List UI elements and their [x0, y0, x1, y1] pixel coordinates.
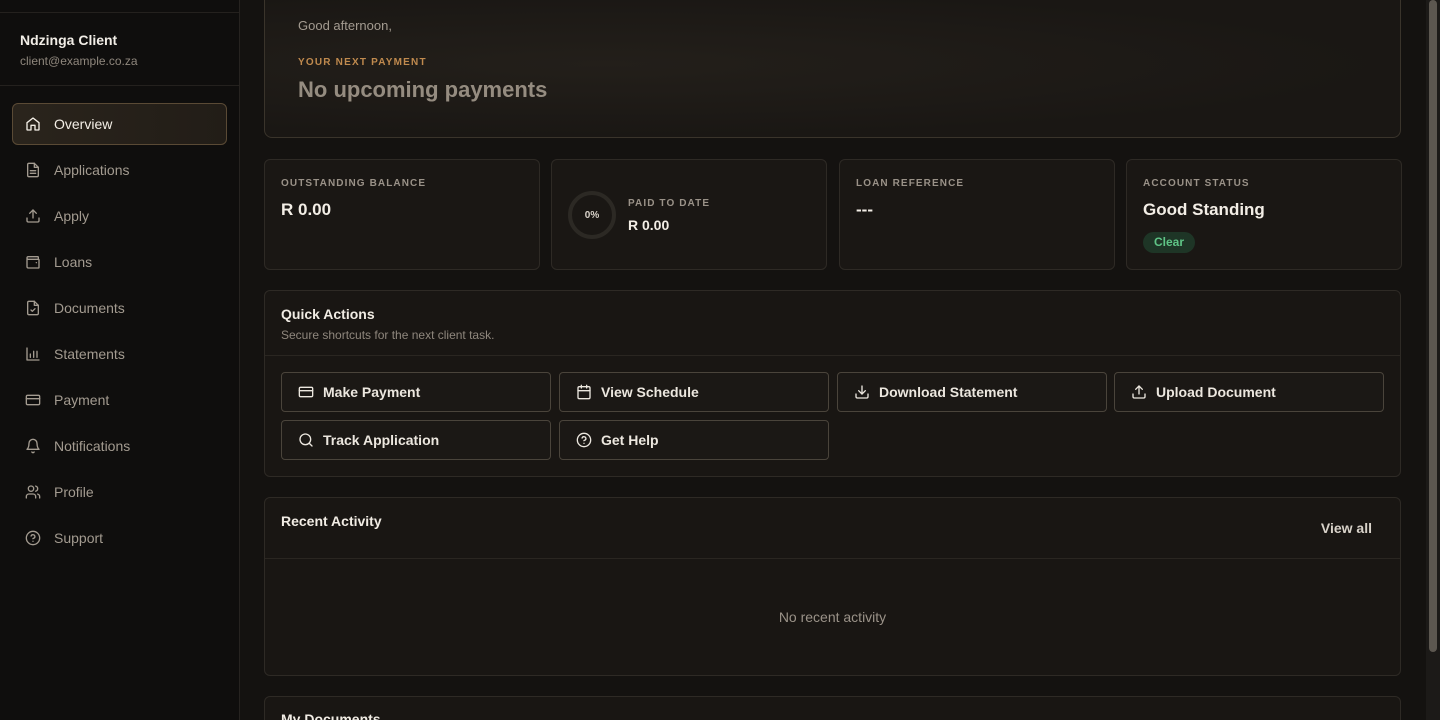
sidebar-item-label: Support [54, 530, 104, 546]
panel-subtitle: Secure shortcuts for the next client tas… [281, 328, 495, 342]
sidebar-item-support[interactable]: Support [12, 517, 227, 559]
download-statement-button[interactable]: Download Statement [837, 372, 1107, 412]
panel-title: Recent Activity [281, 513, 382, 529]
paid-to-date-card: 0% PAID TO DATE R 0.00 [551, 159, 827, 270]
status-badge: Clear [1143, 232, 1196, 253]
sidebar-item-documents[interactable]: Documents [12, 287, 227, 329]
wallet-icon [26, 256, 40, 269]
help-circle-icon [576, 432, 592, 448]
upload-icon [26, 209, 40, 223]
download-icon [855, 385, 869, 399]
loan-reference-card: LOAN REFERENCE --- [839, 159, 1115, 270]
outstanding-balance-card: OUTSTANDING BALANCE R 0.00 [264, 159, 540, 270]
user-name: Ndzinga Client [20, 32, 118, 48]
calendar-icon [577, 384, 591, 400]
next-payment-hero: Good afternoon, YOUR NEXT PAYMENT No upc… [264, 0, 1401, 138]
sidebar-item-loans[interactable]: Loans [12, 241, 227, 283]
button-label: Download Statement [879, 384, 1018, 400]
sidebar-item-label: Documents [54, 300, 125, 316]
scroll-thumb[interactable] [1429, 0, 1437, 652]
make-payment-button[interactable]: Make Payment [281, 372, 551, 412]
button-label: Make Payment [323, 384, 421, 400]
help-circle-icon [25, 530, 41, 546]
button-label: Upload Document [1156, 384, 1276, 400]
button-label: Get Help [601, 432, 659, 448]
user-info: Ndzinga Client client@example.co.za [20, 32, 138, 68]
my-documents-panel: My Documents [264, 696, 1401, 720]
card-value: Good Standing [1143, 200, 1265, 219]
bell-icon [26, 438, 40, 454]
sidebar-item-overview[interactable]: Overview [12, 103, 227, 145]
card-value: R 0.00 [281, 200, 332, 219]
card-label: PAID TO DATE [628, 198, 711, 209]
card-label: ACCOUNT STATUS [1143, 178, 1250, 189]
sidebar-item-apply[interactable]: Apply [12, 195, 227, 237]
sidebar-nav: Overview Applications Apply Loans Docume… [12, 103, 227, 563]
panel-title: My Documents [281, 711, 381, 720]
sidebar: Ndzinga Client client@example.co.za Over… [0, 0, 240, 720]
sidebar-item-profile[interactable]: Profile [12, 471, 227, 513]
card-value: R 0.00 [628, 217, 670, 233]
search-icon [299, 433, 313, 447]
card-label: OUTSTANDING BALANCE [281, 178, 427, 189]
users-icon [25, 485, 41, 499]
sidebar-item-label: Profile [54, 484, 94, 500]
user-email: client@example.co.za [20, 54, 138, 68]
next-payment-value: No upcoming payments [298, 77, 548, 102]
sidebar-item-label: Payment [54, 392, 110, 408]
file-check-icon [27, 300, 39, 316]
sidebar-item-label: Loans [54, 254, 93, 270]
track-application-button[interactable]: Track Application [281, 420, 551, 460]
view-all-link[interactable]: View all [1321, 520, 1372, 536]
quick-actions-panel: Quick Actions Secure shortcuts for the n… [264, 290, 1401, 477]
home-icon [26, 117, 40, 131]
bar-chart-icon [26, 347, 40, 361]
file-text-icon [27, 162, 39, 178]
sidebar-item-statements[interactable]: Statements [12, 333, 227, 375]
progress-ring: 0% [568, 191, 616, 239]
card-label: LOAN REFERENCE [856, 178, 965, 189]
app-root: Ndzinga Client client@example.co.za Over… [0, 0, 1440, 720]
sidebar-item-label: Apply [54, 208, 90, 224]
sidebar-item-label: Statements [54, 346, 125, 362]
scrollbar[interactable] [1426, 0, 1440, 720]
empty-state: No recent activity [778, 609, 887, 625]
sidebar-item-label: Applications [54, 162, 130, 178]
panel-divider [265, 355, 1400, 356]
card-value: --- [856, 200, 873, 219]
account-status-card: ACCOUNT STATUS Good Standing Clear [1126, 159, 1402, 270]
sidebar-item-label: Notifications [54, 438, 131, 454]
panel-divider [265, 558, 1400, 559]
get-help-button[interactable]: Get Help [559, 420, 829, 460]
next-payment-label: YOUR NEXT PAYMENT [298, 57, 427, 68]
button-label: Track Application [323, 432, 440, 448]
sidebar-item-label: Overview [54, 116, 113, 132]
recent-activity-panel: Recent Activity View all No recent activ… [264, 497, 1401, 676]
button-label: View Schedule [601, 384, 699, 400]
main-content: Good afternoon, YOUR NEXT PAYMENT No upc… [240, 0, 1440, 720]
upload-document-button[interactable]: Upload Document [1114, 372, 1384, 412]
view-schedule-button[interactable]: View Schedule [559, 372, 829, 412]
panel-title: Quick Actions [281, 306, 375, 322]
sidebar-item-payment[interactable]: Payment [12, 379, 227, 421]
upload-icon [1132, 385, 1146, 399]
sidebar-item-notifications[interactable]: Notifications [12, 425, 227, 467]
sidebar-top-divider [0, 12, 239, 13]
greeting: Good afternoon, [298, 18, 392, 33]
sidebar-divider [0, 85, 239, 86]
credit-card-icon [298, 386, 314, 398]
progress-percent: 0% [584, 209, 600, 221]
credit-card-icon [25, 394, 41, 406]
sidebar-item-applications[interactable]: Applications [12, 149, 227, 191]
